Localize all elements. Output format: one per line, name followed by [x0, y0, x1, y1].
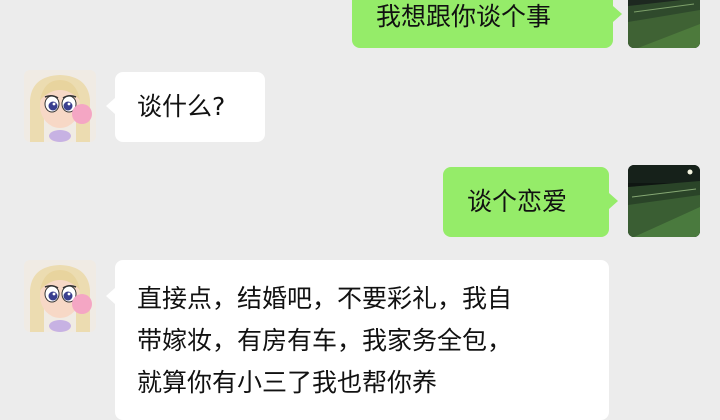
message-text: 谈个恋爱 — [467, 187, 568, 216]
cartoon-girl-bubblegum-avatar — [24, 70, 96, 142]
message-text-line: 带嫁妆，有房有车，我家务全包， — [137, 326, 513, 355]
bubble-tail — [609, 193, 618, 209]
cartoon-girl-bubblegum-avatar — [24, 260, 96, 332]
contact-avatar[interactable] — [24, 70, 96, 142]
bubble-tail — [106, 98, 115, 114]
message-text-line: 就算你有小三了我也帮你养 — [137, 368, 438, 397]
bubble-tail — [106, 288, 115, 304]
contact-message-bubble[interactable]: 谈什么? — [115, 72, 265, 142]
my-message-bubble[interactable]: 谈个恋爱 — [443, 167, 609, 237]
field-photo-avatar — [628, 0, 700, 48]
bubble-tail — [613, 6, 622, 22]
chat-conversation: 我想跟你谈个事 谈什么? 谈个恋爱 直接点，结婚吧，不要彩礼，我自 带嫁妆，有房… — [0, 0, 720, 420]
my-avatar[interactable] — [628, 165, 700, 237]
contact-message-bubble[interactable]: 直接点，结婚吧，不要彩礼，我自 带嫁妆，有房有车，我家务全包， 就算你有小三了我… — [115, 260, 609, 420]
message-text: 我想跟你谈个事 — [376, 2, 552, 31]
my-avatar[interactable] — [628, 0, 700, 48]
contact-avatar[interactable] — [24, 260, 96, 332]
message-text: 谈什么? — [137, 92, 226, 121]
message-text-line: 直接点，结婚吧，不要彩礼，我自 — [137, 284, 513, 313]
field-photo-avatar — [628, 165, 700, 237]
my-message-bubble[interactable]: 我想跟你谈个事 — [352, 0, 613, 48]
